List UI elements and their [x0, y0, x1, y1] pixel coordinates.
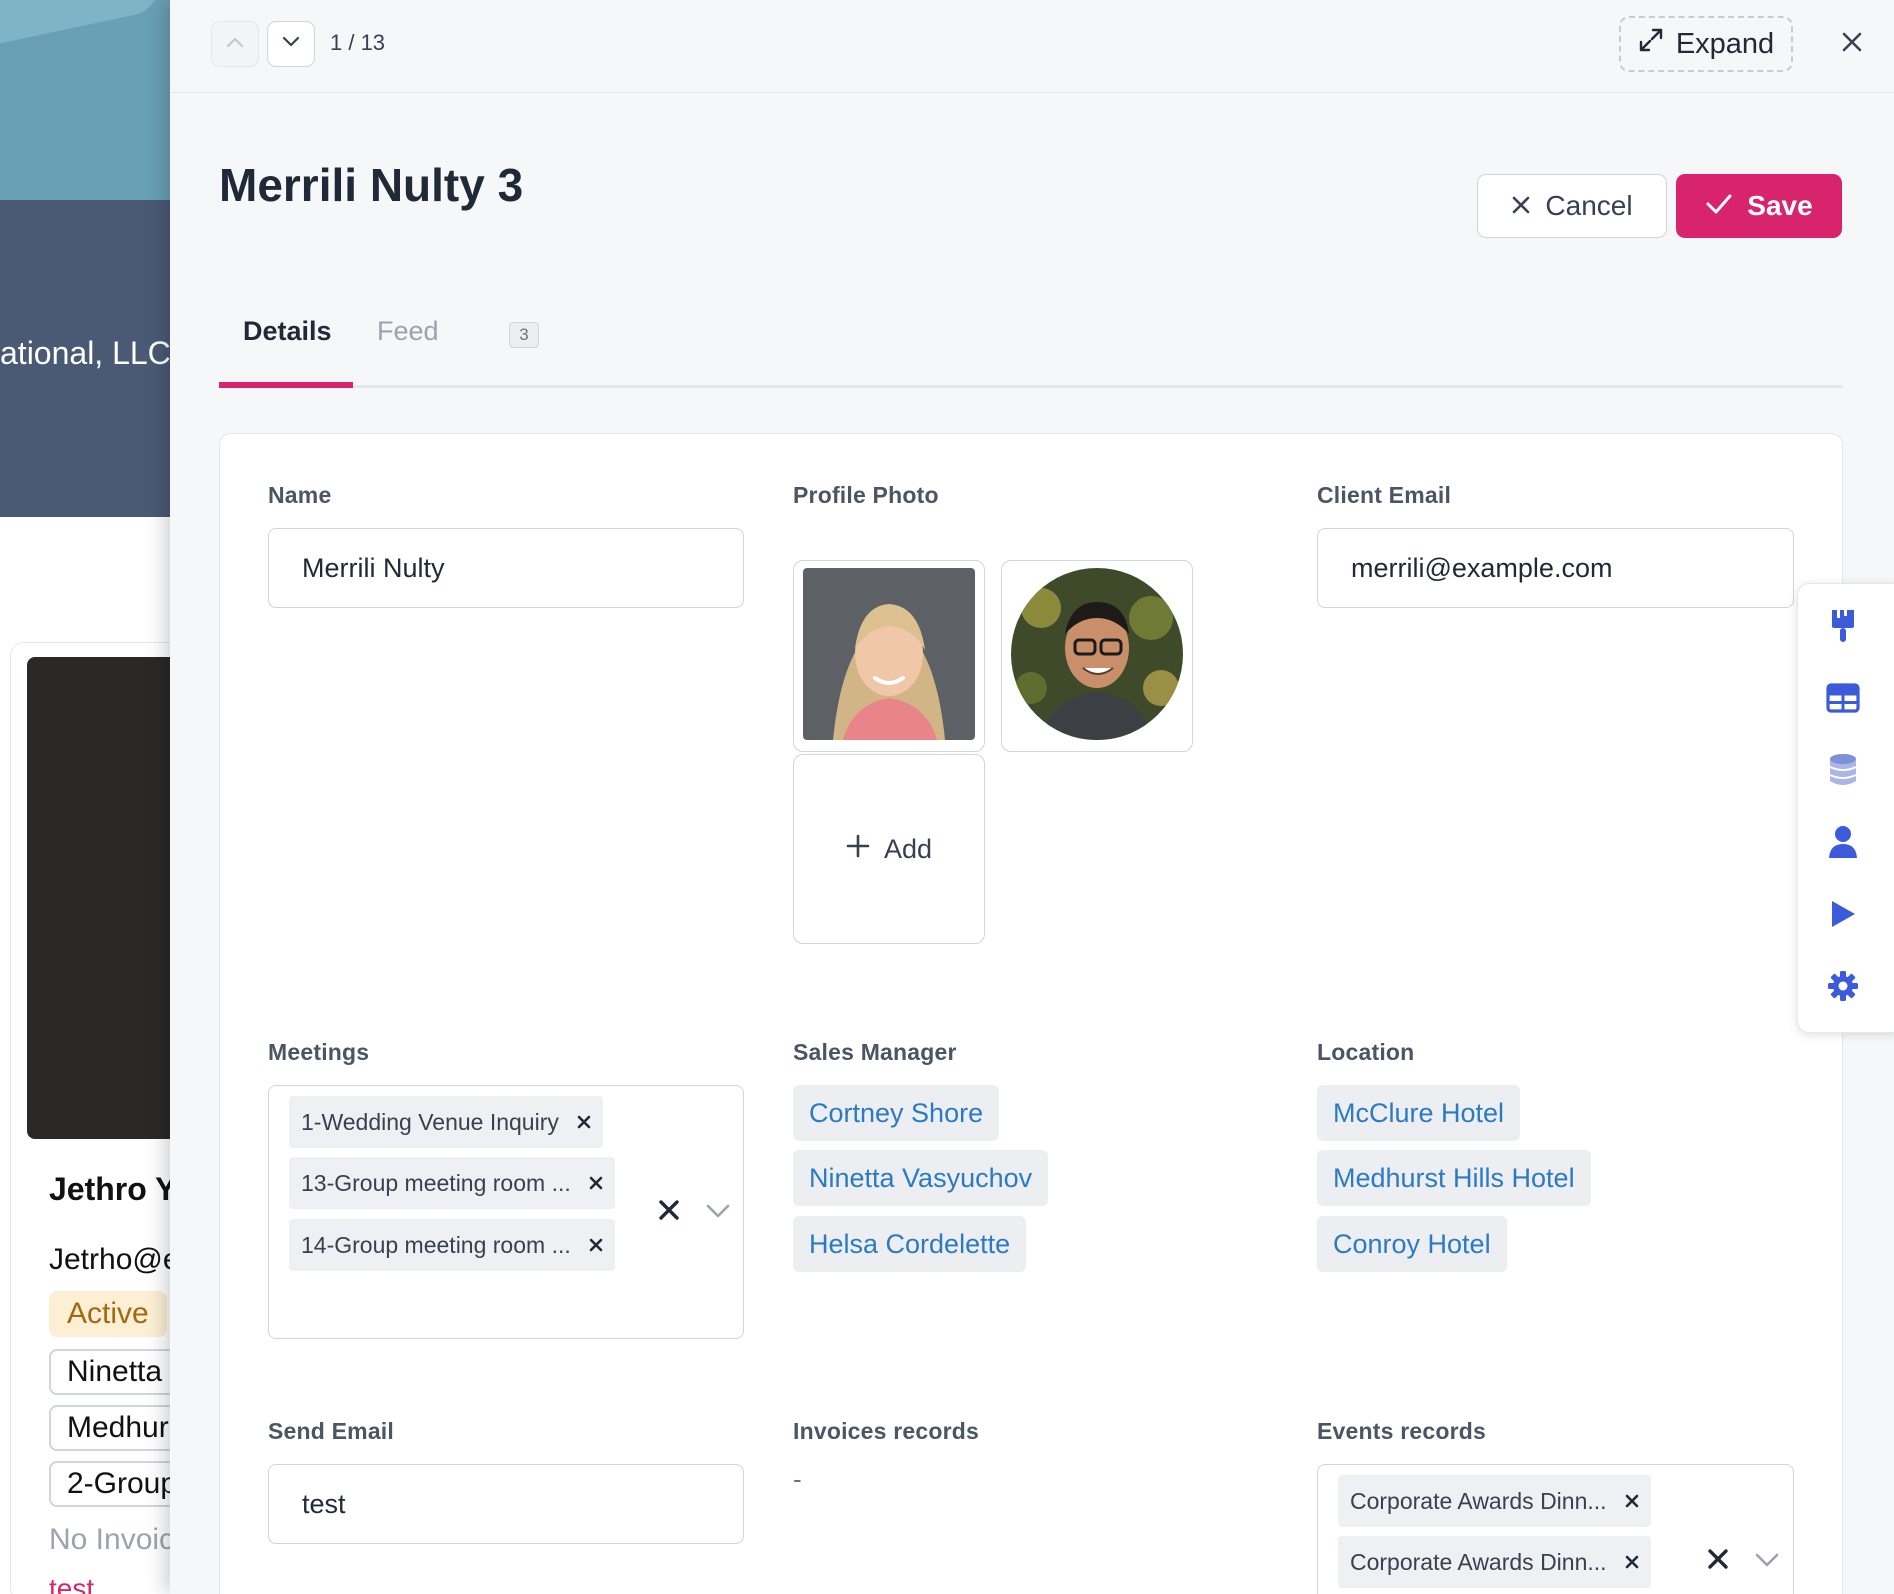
location-label: Location — [1317, 1039, 1415, 1065]
background-card-name: Jethro Y — [49, 1171, 177, 1207]
meeting-chip-label: 14-Group meeting room ... — [301, 1231, 571, 1258]
remove-chip-icon[interactable] — [1625, 1494, 1639, 1508]
close-icon — [1511, 190, 1531, 222]
meeting-chip: 14-Group meeting room ... — [289, 1219, 615, 1271]
expand-label: Expand — [1675, 27, 1775, 60]
table-tool-button[interactable] — [1823, 680, 1863, 720]
tab-bar: Details Feed 3 — [219, 300, 1843, 388]
meeting-chip-label: 1-Wedding Venue Inquiry — [301, 1108, 559, 1135]
meeting-chip: 13-Group meeting room ... — [289, 1157, 615, 1209]
drawer-topbar: 1 / 13 Expand — [170, 0, 1894, 93]
meetings-label: Meetings — [268, 1039, 370, 1065]
next-record-button[interactable] — [267, 21, 315, 67]
send-email-field[interactable]: test — [268, 1464, 744, 1544]
save-button[interactable]: Save — [1676, 174, 1842, 238]
database-tool-button[interactable] — [1823, 752, 1863, 792]
profile-photo-tile[interactable] — [793, 560, 985, 752]
remove-chip-icon[interactable] — [589, 1176, 603, 1190]
expand-button[interactable]: Expand — [1619, 16, 1793, 72]
name-field[interactable]: Merrili Nulty — [268, 528, 744, 608]
theme-tool-button[interactable] — [1823, 608, 1863, 648]
background-pill: Medhur — [49, 1405, 187, 1451]
record-counter: 1 / 13 — [330, 30, 386, 55]
user-icon — [1828, 825, 1858, 864]
sales-manager-link[interactable]: Ninetta Vasyuchov — [793, 1150, 1049, 1206]
close-drawer-button[interactable] — [1834, 26, 1870, 62]
location-link[interactable]: Conroy Hotel — [1317, 1216, 1507, 1272]
chevron-down-icon — [1755, 1553, 1779, 1572]
details-form: Name Merrili Nulty Profile Photo Add Cli… — [219, 433, 1843, 1594]
event-chip: Corporate Awards Dinn... — [1338, 1475, 1651, 1527]
add-photo-button[interactable]: Add — [793, 754, 985, 944]
background-card-email: Jetrho@e — [49, 1243, 180, 1276]
profile-photo-tile[interactable] — [1001, 560, 1193, 752]
side-toolbar — [1797, 583, 1894, 1033]
invoices-records-label: Invoices records — [793, 1418, 980, 1444]
close-icon — [1841, 31, 1863, 58]
feed-count-badge: 3 — [509, 322, 539, 348]
plus-icon — [846, 834, 870, 865]
name-label: Name — [268, 482, 332, 508]
dropdown-toggle[interactable] — [705, 1200, 731, 1226]
expand-arrows-icon — [1638, 27, 1664, 61]
events-records-multiselect[interactable]: Corporate Awards Dinn... Corporate Award… — [1317, 1464, 1794, 1594]
event-chip: Corporate Awards Dinn... — [1338, 1536, 1651, 1588]
record-detail-drawer: 1 / 13 Expand Merrili Nulty 3 Cancel Sav… — [170, 0, 1894, 1594]
cancel-label: Cancel — [1545, 190, 1633, 221]
send-email-label: Send Email — [268, 1418, 394, 1444]
event-chip-label: Corporate Awards Dinn... — [1350, 1487, 1607, 1514]
add-photo-label: Add — [883, 833, 933, 864]
background-pill: Ninetta — [49, 1349, 181, 1395]
background-hero-image: ational, LLC — [0, 0, 180, 517]
save-label: Save — [1747, 190, 1813, 221]
location-link[interactable]: Medhurst Hills Hotel — [1317, 1150, 1591, 1206]
settings-tool-button[interactable] — [1823, 968, 1863, 1008]
paint-brush-icon — [1828, 608, 1858, 649]
page-title: Merrili Nulty 3 — [219, 159, 524, 211]
active-tab-indicator — [219, 382, 353, 388]
dropdown-toggle[interactable] — [1754, 1549, 1780, 1575]
sales-manager-link[interactable]: Cortney Shore — [793, 1085, 1000, 1141]
sales-manager-label: Sales Manager — [793, 1039, 957, 1065]
play-tool-button[interactable] — [1823, 896, 1863, 936]
background-link[interactable]: test — [49, 1573, 94, 1594]
clear-selection-button[interactable] — [1704, 1547, 1732, 1575]
table-icon — [1826, 682, 1860, 718]
database-icon — [1828, 753, 1858, 792]
sales-manager-link[interactable]: Helsa Cordelette — [793, 1216, 1027, 1272]
play-icon — [1829, 899, 1857, 934]
chevron-down-icon — [706, 1204, 730, 1223]
profile-photo-woman — [803, 567, 975, 745]
location-link[interactable]: McClure Hotel — [1317, 1085, 1521, 1141]
remove-chip-icon[interactable] — [577, 1115, 591, 1129]
profile-photo-man — [1011, 567, 1183, 745]
remove-chip-icon[interactable] — [589, 1238, 603, 1252]
clear-icon — [1707, 1548, 1729, 1575]
meetings-multiselect[interactable]: 1-Wedding Venue Inquiry 13-Group meeting… — [268, 1085, 744, 1339]
tab-details[interactable]: Details — [243, 316, 332, 347]
events-records-label: Events records — [1317, 1418, 1486, 1444]
background-hero-text: ational, LLC — [0, 335, 171, 371]
invoices-records-value: - — [793, 1464, 802, 1494]
background-muted-text: No Invoic — [49, 1523, 175, 1556]
chevron-down-icon — [282, 35, 300, 53]
cancel-button[interactable]: Cancel — [1477, 174, 1667, 238]
profile-photo-label: Profile Photo — [793, 482, 939, 508]
client-email-field[interactable]: merrili@example.com — [1317, 528, 1794, 608]
user-tool-button[interactable] — [1823, 824, 1863, 864]
tab-feed[interactable]: Feed — [377, 316, 439, 347]
chevron-up-icon — [226, 35, 244, 53]
checkmark-icon — [1705, 190, 1733, 222]
previous-record-button[interactable] — [211, 21, 259, 67]
gear-icon — [1827, 970, 1859, 1007]
event-chip-label: Corporate Awards Dinn... — [1350, 1548, 1607, 1575]
remove-chip-icon[interactable] — [1625, 1555, 1639, 1569]
client-email-label: Client Email — [1317, 482, 1452, 508]
clear-selection-button[interactable] — [655, 1198, 683, 1226]
meeting-chip: 1-Wedding Venue Inquiry — [289, 1096, 603, 1148]
meeting-chip-label: 13-Group meeting room ... — [301, 1169, 571, 1196]
clear-icon — [658, 1199, 680, 1226]
background-status-badge: Active — [49, 1291, 167, 1337]
